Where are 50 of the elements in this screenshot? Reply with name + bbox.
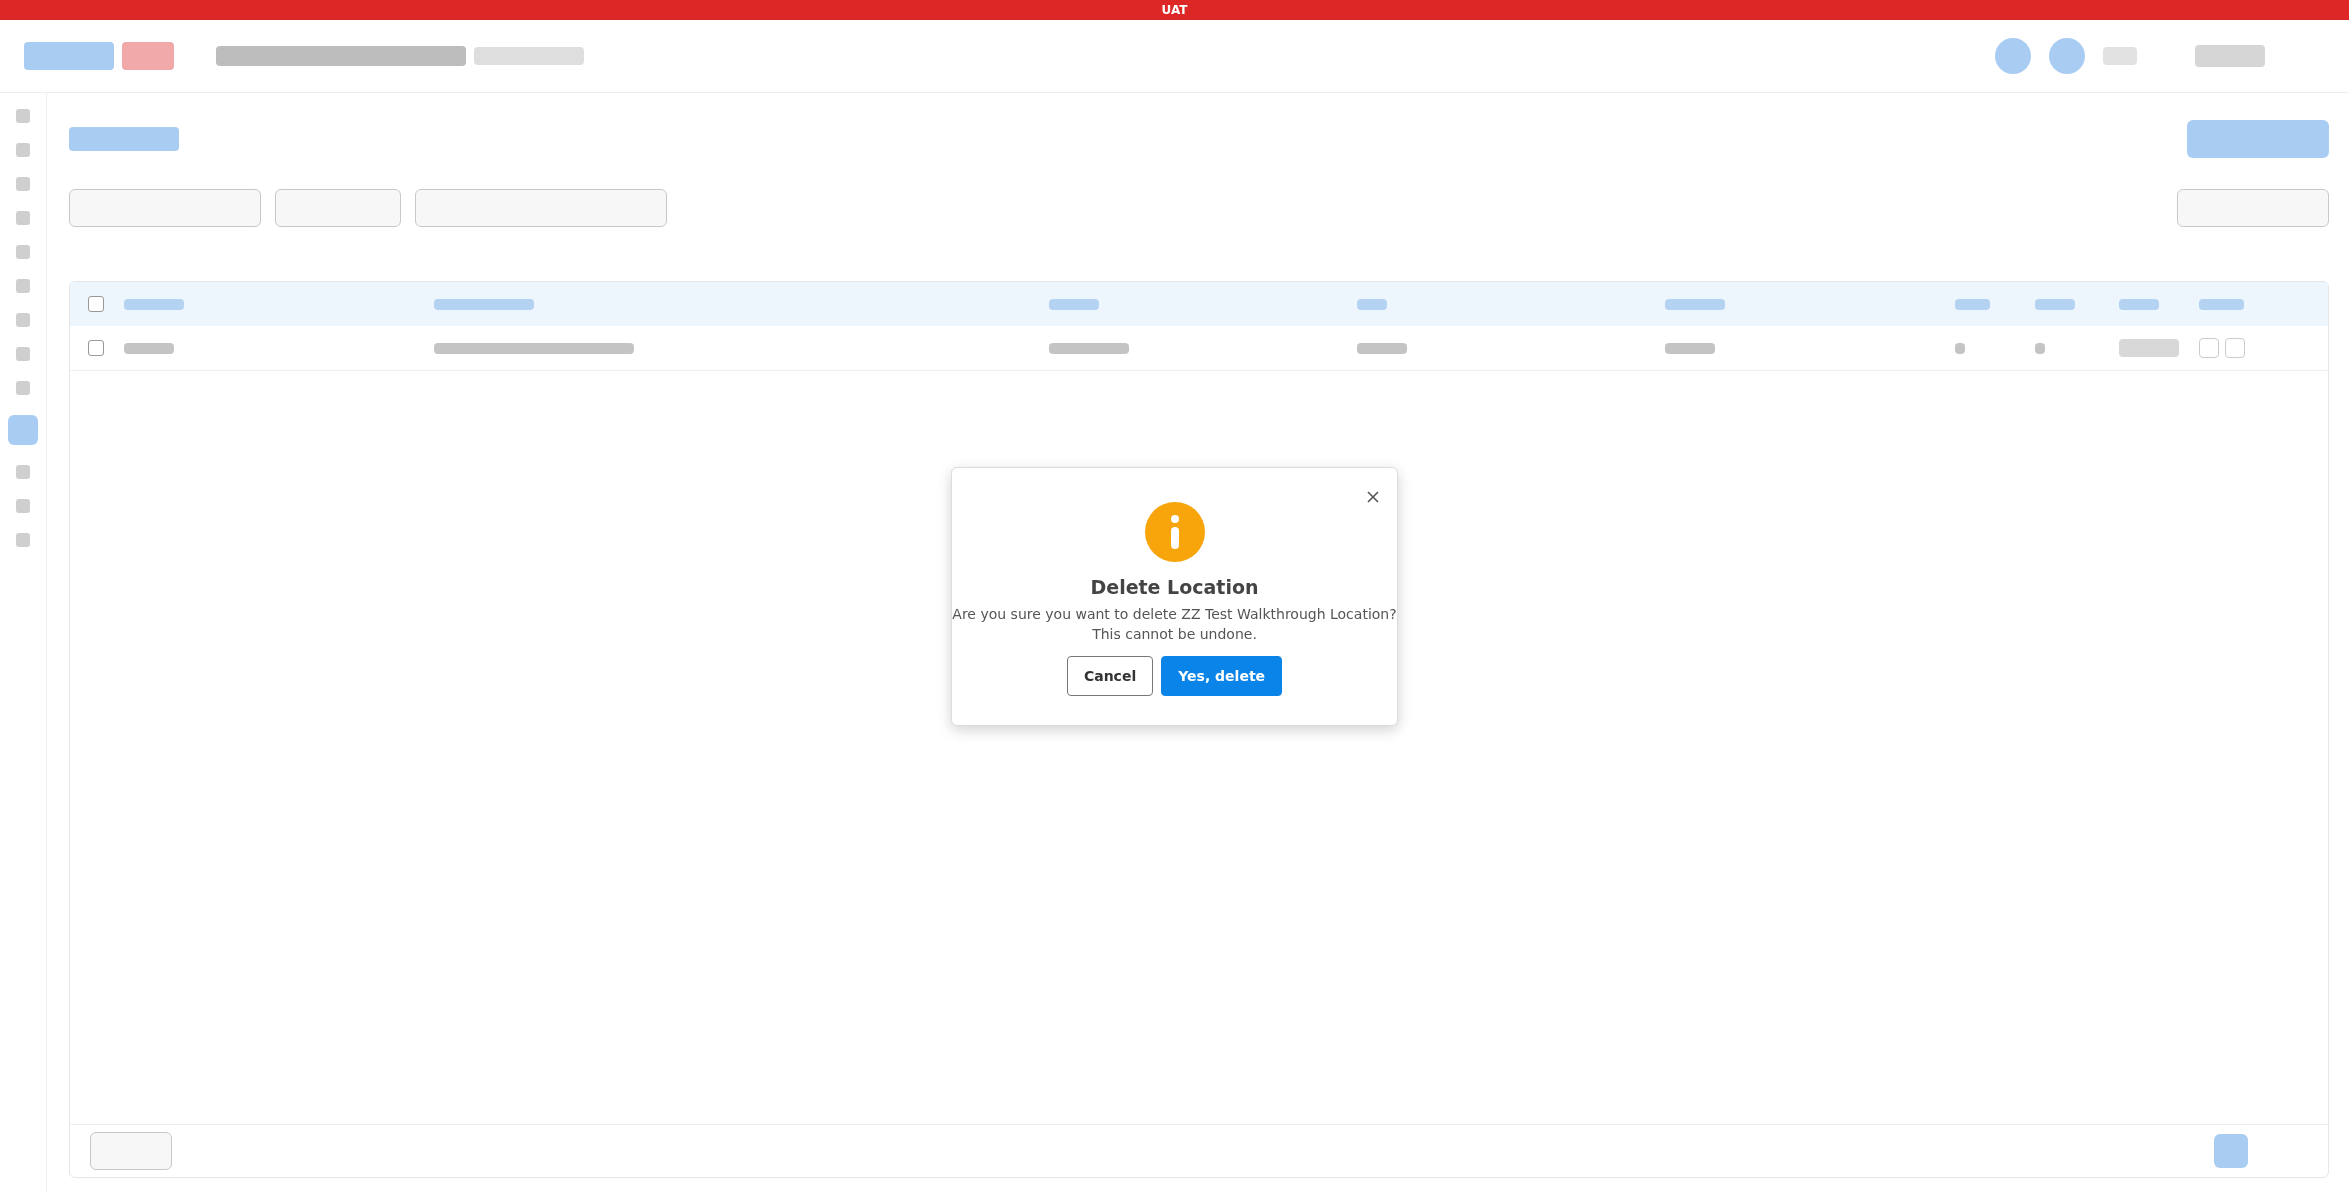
filter-dropdown[interactable] [275,189,401,227]
page-size-dropdown[interactable] [90,1132,172,1170]
close-icon[interactable] [1366,490,1380,504]
sidebar-icon[interactable] [16,177,30,191]
sidebar-icon[interactable] [16,533,30,547]
text-bar [124,298,184,310]
sidebar-icon[interactable] [16,347,30,361]
status-badge [2119,339,2179,357]
text-bar [2035,342,2045,354]
environment-label: UAT [1161,3,1188,17]
delete-button[interactable]: Yes, delete [1161,656,1283,696]
circle-icon[interactable] [2049,38,2085,74]
checkbox[interactable] [88,340,104,356]
sidebar-icon[interactable] [16,313,30,327]
page-button[interactable] [2214,1134,2248,1168]
new-button[interactable] [2187,120,2329,158]
sidebar-icon[interactable] [16,381,30,395]
text-bar [1357,298,1387,310]
filter-dropdown[interactable] [69,189,261,227]
circle-icon[interactable] [1995,38,2031,74]
sidebar-icon[interactable] [8,415,38,445]
text-bar [1955,298,1990,310]
text-bar [1049,298,1099,310]
sidebar-icon[interactable] [16,211,30,225]
text-bar [1955,342,1965,354]
sidebar-icon[interactable] [16,499,30,513]
text-bar [1665,342,1715,354]
logo-bar [122,42,174,70]
text-bar [124,342,174,354]
search-field[interactable] [415,189,667,227]
action-button[interactable] [2199,338,2219,358]
text-bar [1357,342,1407,354]
action-button[interactable] [2225,338,2245,358]
text-bar [2035,298,2075,310]
text-bar [2199,298,2244,310]
info-icon [1144,502,1205,562]
dialog-title: Delete Location [1090,576,1259,598]
sidebar-icon[interactable] [16,109,30,123]
sidebar-icon[interactable] [16,465,30,479]
dialog-message: Are you sure you want to delete ZZ Test Walkthrough Location? This cannot be undone. [952,605,1397,644]
sidebar-icon[interactable] [16,279,30,293]
sidebar-icon[interactable] [16,245,30,259]
text-bar [2195,45,2265,67]
checkbox[interactable] [88,296,104,312]
text-bar [2119,298,2159,310]
text-bar [2103,47,2137,65]
view-toggle[interactable] [2177,189,2329,227]
sidebar-icon[interactable] [16,143,30,157]
text-bar [1665,298,1725,310]
cancel-button[interactable]: Cancel [1066,656,1154,696]
